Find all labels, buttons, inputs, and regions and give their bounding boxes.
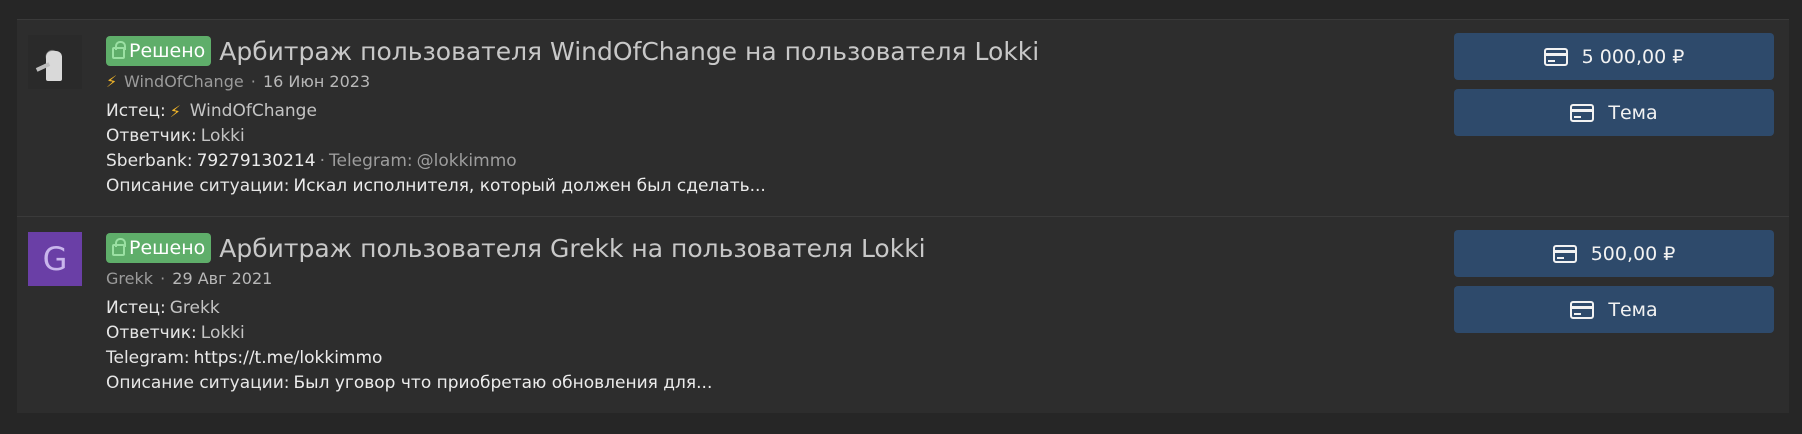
arbitration-content: Решено Арбитраж пользователя Grekk на по… bbox=[106, 231, 1406, 396]
arbitration-list: Решено Арбитраж пользователя WindOfChang… bbox=[17, 19, 1789, 413]
plaintiff-link[interactable]: Grekk bbox=[170, 296, 220, 321]
plaintiff-line: Истец: ⚡ WindOfChange bbox=[106, 99, 1406, 124]
plaintiff-label: Истец: bbox=[106, 298, 166, 318]
avatar[interactable]: G bbox=[28, 232, 82, 286]
lock-icon bbox=[112, 41, 126, 59]
telegram-label: Telegram: bbox=[328, 151, 413, 171]
description-line: Описание ситуации: Был уговор что приобр… bbox=[106, 371, 1406, 396]
topic-label: Тема bbox=[1608, 298, 1658, 321]
title-row: Решено Арбитраж пользователя Grekk на по… bbox=[106, 231, 1406, 265]
topic-label: Тема bbox=[1608, 101, 1658, 124]
defendant-label: Ответчик: bbox=[106, 323, 197, 343]
meta-separator: · bbox=[155, 268, 171, 288]
defendant-link[interactable]: Lokki bbox=[201, 321, 245, 346]
bolt-icon: ⚡ bbox=[106, 71, 118, 91]
topic-button[interactable]: Тема bbox=[1454, 286, 1774, 333]
defendant-line: Ответчик: Lokki bbox=[106, 124, 1406, 149]
description-label: Описание ситуации: bbox=[106, 373, 290, 393]
avatar-image bbox=[28, 35, 82, 89]
description-line: Описание ситуации: Искал исполнителя, ко… bbox=[106, 174, 1406, 199]
defendant-label: Ответчик: bbox=[106, 126, 197, 146]
meta-row: Grekk · 29 Авг 2021 bbox=[106, 266, 1406, 290]
post-date[interactable]: 16 Июн 2023 bbox=[263, 72, 370, 91]
sberbank-value: 79279130214 bbox=[196, 151, 316, 171]
contacts-separator: · bbox=[319, 151, 325, 171]
defendant-link[interactable]: Lokki bbox=[201, 124, 245, 149]
meta-row: ⚡ WindOfChange · 16 Июн 2023 bbox=[106, 69, 1406, 93]
post-date[interactable]: 29 Авг 2021 bbox=[172, 269, 272, 288]
plaintiff-line: Истец: Grekk bbox=[106, 296, 1406, 321]
lock-icon bbox=[112, 238, 126, 256]
credit-card-icon bbox=[1552, 244, 1577, 263]
description-label: Описание ситуации: bbox=[106, 176, 290, 196]
meta-separator: · bbox=[245, 71, 261, 91]
amount-button[interactable]: 500,00 ₽ bbox=[1454, 230, 1774, 277]
contacts-line: Telegram: https://t.me/lokkimmo bbox=[106, 346, 1406, 371]
amount-button[interactable]: 5 000,00 ₽ bbox=[1454, 33, 1774, 80]
credit-card-icon bbox=[1570, 300, 1595, 319]
author-link[interactable]: Grekk bbox=[106, 269, 153, 288]
author-link[interactable]: WindOfChange bbox=[124, 72, 244, 91]
bolt-icon: ⚡ bbox=[169, 102, 181, 121]
plaintiff-label: Истец: bbox=[106, 101, 166, 121]
arbitration-content: Решено Арбитраж пользователя WindOfChang… bbox=[106, 34, 1406, 199]
arbitration-item: Решено Арбитраж пользователя WindOfChang… bbox=[17, 20, 1789, 217]
topic-button[interactable]: Тема bbox=[1454, 89, 1774, 136]
arbitration-title[interactable]: Арбитраж пользователя WindOfChange на по… bbox=[219, 37, 1039, 66]
plaintiff-link[interactable]: WindOfChange bbox=[190, 99, 317, 124]
status-badge-label: Решено bbox=[129, 237, 206, 259]
contacts-line: Sberbank: 79279130214 · Telegram: @lokki… bbox=[106, 149, 1406, 174]
avatar-letter: G bbox=[28, 232, 82, 286]
credit-card-icon bbox=[1570, 103, 1595, 122]
avatar[interactable] bbox=[28, 35, 82, 89]
defendant-line: Ответчик: Lokki bbox=[106, 321, 1406, 346]
telegram-label: Telegram: bbox=[106, 348, 190, 368]
status-badge: Решено bbox=[106, 233, 212, 263]
description-text: Искал исполнителя, который должен был сд… bbox=[293, 176, 766, 196]
telegram-value: @lokkimmo bbox=[416, 151, 517, 171]
credit-card-icon bbox=[1543, 47, 1568, 66]
status-badge: Решено bbox=[106, 36, 212, 66]
description-text: Был уговор что приобретаю обновления для… bbox=[293, 373, 713, 393]
status-badge-label: Решено bbox=[129, 40, 206, 62]
arbitration-title[interactable]: Арбитраж пользователя Grekk на пользоват… bbox=[219, 234, 925, 263]
telegram-value: https://t.me/lokkimmo bbox=[193, 348, 383, 368]
title-row: Решено Арбитраж пользователя WindOfChang… bbox=[106, 34, 1406, 68]
sberbank-label: Sberbank: bbox=[106, 151, 193, 171]
amount-label: 5 000,00 ₽ bbox=[1581, 45, 1685, 68]
amount-label: 500,00 ₽ bbox=[1590, 242, 1676, 265]
arbitration-item: G Решено Арбитраж пользователя Grekk на … bbox=[17, 217, 1789, 413]
